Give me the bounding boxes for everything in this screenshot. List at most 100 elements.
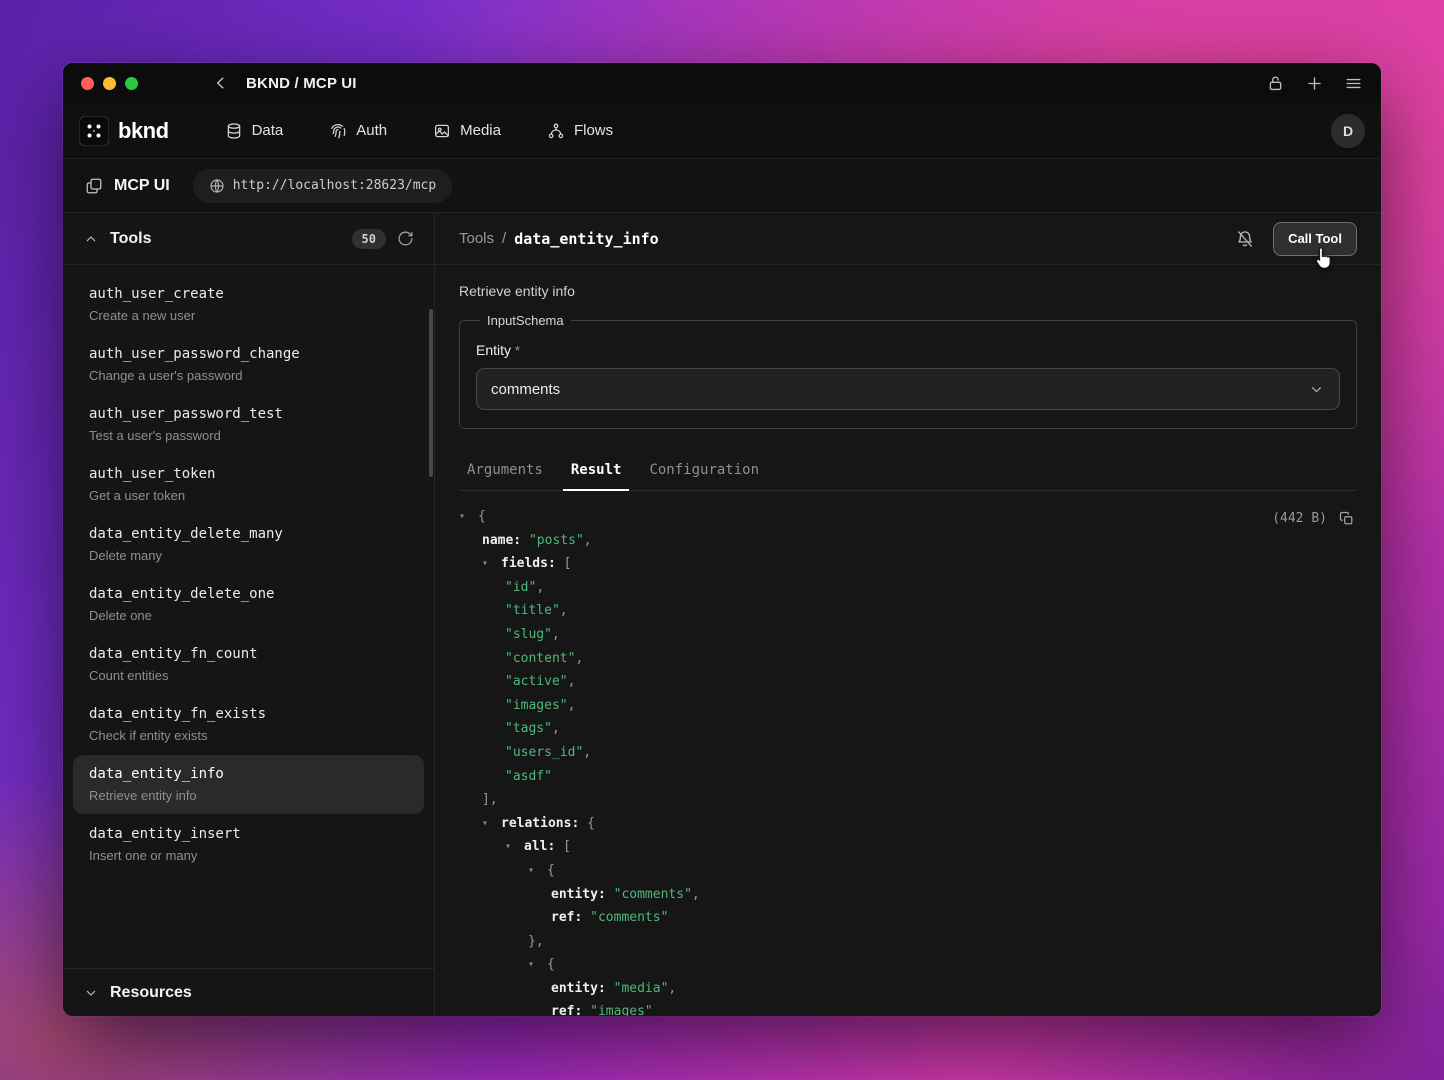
tool-item-data_entity_info[interactable]: data_entity_infoRetrieve entity info (73, 755, 424, 814)
back-icon[interactable] (212, 74, 230, 92)
tool-item-description: Get a user token (89, 488, 408, 503)
chevron-down-icon (1308, 381, 1325, 398)
subheader: MCP UI http://localhost:28623/mcp (63, 159, 1381, 213)
entity-select[interactable]: comments (476, 368, 1340, 410)
collapse-caret-icon[interactable]: ▾ (528, 859, 547, 883)
nav-item-label: Media (460, 122, 501, 139)
window-controls (81, 77, 138, 90)
call-tool-button[interactable]: Call Tool (1273, 222, 1357, 256)
json-token-punc: , (568, 674, 576, 689)
window-title: BKND / MCP UI (246, 75, 357, 92)
json-line: ref: "comments" (459, 906, 1357, 930)
sidebar-scrollbar[interactable] (429, 309, 433, 477)
mcp-stack-icon (85, 177, 103, 195)
tool-item-data_entity_delete_many[interactable]: data_entity_delete_many Delete many (73, 515, 424, 574)
result-tabs: Arguments Result Configuration (459, 453, 1357, 491)
nav-item-auth[interactable]: Auth (329, 122, 387, 140)
json-token-key: ref: (551, 910, 582, 925)
json-token-key: entity: (551, 887, 606, 902)
tool-item-name: auth_user_create (89, 286, 408, 302)
tool-item-data_entity_insert[interactable]: data_entity_insertInsert one or many (73, 815, 424, 874)
collapse-caret-icon[interactable]: ▾ (528, 953, 547, 977)
tool-item-data_entity_fn_exists[interactable]: data_entity_fn_existsCheck if entity exi… (73, 695, 424, 754)
json-token-punc: , (575, 651, 583, 666)
json-token-str: "comments" (582, 910, 668, 925)
toolbar-actions: Call Tool (1235, 222, 1357, 256)
json-token-str: "asdf" (505, 769, 552, 784)
tool-item-auth_user_password_test[interactable]: auth_user_password_testTest a user's pas… (73, 395, 424, 454)
collapse-caret-icon[interactable]: ▾ (482, 552, 501, 576)
lock-icon[interactable] (1266, 74, 1285, 93)
tool-item-data_entity_delete_one[interactable]: data_entity_delete_one Delete one (73, 575, 424, 634)
bknd-logo-icon (79, 116, 109, 146)
tool-item-name: data_entity_delete_many (89, 526, 408, 542)
tool-item-auth_user_create[interactable]: auth_user_createCreate a new user (73, 275, 424, 334)
json-line: "id", (459, 576, 1357, 600)
nav-item-flows[interactable]: Flows (547, 122, 613, 140)
json-line: name: "posts", (459, 529, 1357, 553)
tool-description: Retrieve entity info (435, 265, 1381, 309)
bell-off-icon[interactable] (1235, 229, 1255, 249)
tool-item-data_entity_fn_count[interactable]: data_entity_fn_countCount entities (73, 635, 424, 694)
zoom-window-button[interactable] (125, 77, 138, 90)
page-title: MCP UI (114, 177, 170, 195)
fingerprint-icon (329, 122, 347, 140)
tab-configuration[interactable]: Configuration (641, 453, 767, 491)
close-window-button[interactable] (81, 77, 94, 90)
json-token-key: all: (524, 839, 555, 854)
json-token-punc: , (560, 603, 568, 618)
main-nav: Data Auth Media Flows (225, 122, 614, 140)
titlebar: BKND / MCP UI (63, 63, 1381, 103)
tab-result[interactable]: Result (563, 453, 630, 491)
nav-item-label: Data (252, 122, 284, 139)
plus-icon[interactable] (1305, 74, 1324, 93)
breadcrumb-current: data_entity_info (514, 230, 659, 248)
resources-section-header[interactable]: Resources (63, 968, 434, 1016)
json-token-str: "users_id" (505, 745, 583, 760)
json-token-punc: { (579, 816, 595, 831)
input-schema-fieldset: InputSchema Entity * comments (459, 313, 1357, 429)
json-token-punc: }, (528, 934, 544, 949)
tool-item-name: data_entity_delete_one (89, 586, 408, 602)
json-line: "images", (459, 694, 1357, 718)
tool-item-auth_user_password_change[interactable]: auth_user_password_changeChange a user's… (73, 335, 424, 394)
json-token-str: "content" (505, 651, 575, 666)
copy-icon[interactable] (1338, 510, 1355, 527)
resources-section-title: Resources (110, 984, 192, 1002)
json-token-str: "media" (606, 981, 669, 996)
tab-arguments[interactable]: Arguments (459, 453, 551, 491)
menu-icon[interactable] (1344, 74, 1363, 93)
minimize-window-button[interactable] (103, 77, 116, 90)
json-token-punc: ], (482, 792, 498, 807)
breadcrumb-tools[interactable]: Tools (459, 230, 494, 247)
tools-section-header[interactable]: Tools 50 (63, 213, 434, 265)
refresh-icon[interactable] (397, 230, 414, 247)
nav-item-label: Flows (574, 122, 613, 139)
json-line: ▾all: [ (459, 835, 1357, 859)
nav-item-data[interactable]: Data (225, 122, 284, 140)
json-line: ref: "images" (459, 1000, 1357, 1016)
chevron-down-icon (83, 985, 99, 1001)
collapse-caret-icon[interactable]: ▾ (482, 812, 501, 836)
json-token-str: "images" (582, 1004, 652, 1016)
breadcrumb-separator: / (502, 230, 506, 247)
nav-item-media[interactable]: Media (433, 122, 501, 140)
tools-section-title: Tools (110, 230, 151, 248)
app-window: BKND / MCP UI bknd Data Auth Media Flows D (63, 63, 1381, 1016)
json-line: entity: "media", (459, 977, 1357, 1001)
json-line: "content", (459, 647, 1357, 671)
content: Tools 50 auth_user_createCreate a new us… (63, 213, 1381, 1016)
tool-item-description: Delete many (89, 548, 408, 563)
tool-item-description: Delete one (89, 608, 408, 623)
collapse-caret-icon[interactable]: ▾ (505, 835, 524, 859)
tool-item-description: Check if entity exists (89, 728, 408, 743)
json-line: "active", (459, 670, 1357, 694)
tool-item-description: Change a user's password (89, 368, 408, 383)
tool-item-auth_user_token[interactable]: auth_user_tokenGet a user token (73, 455, 424, 514)
mcp-url[interactable]: http://localhost:28623/mcp (193, 169, 453, 203)
collapse-caret-icon[interactable]: ▾ (459, 505, 478, 529)
json-token-str: "comments" (606, 887, 692, 902)
tool-toolbar: Tools / data_entity_info Call Tool (435, 213, 1381, 265)
bknd-logo[interactable]: bknd (79, 116, 169, 146)
avatar[interactable]: D (1331, 114, 1365, 148)
